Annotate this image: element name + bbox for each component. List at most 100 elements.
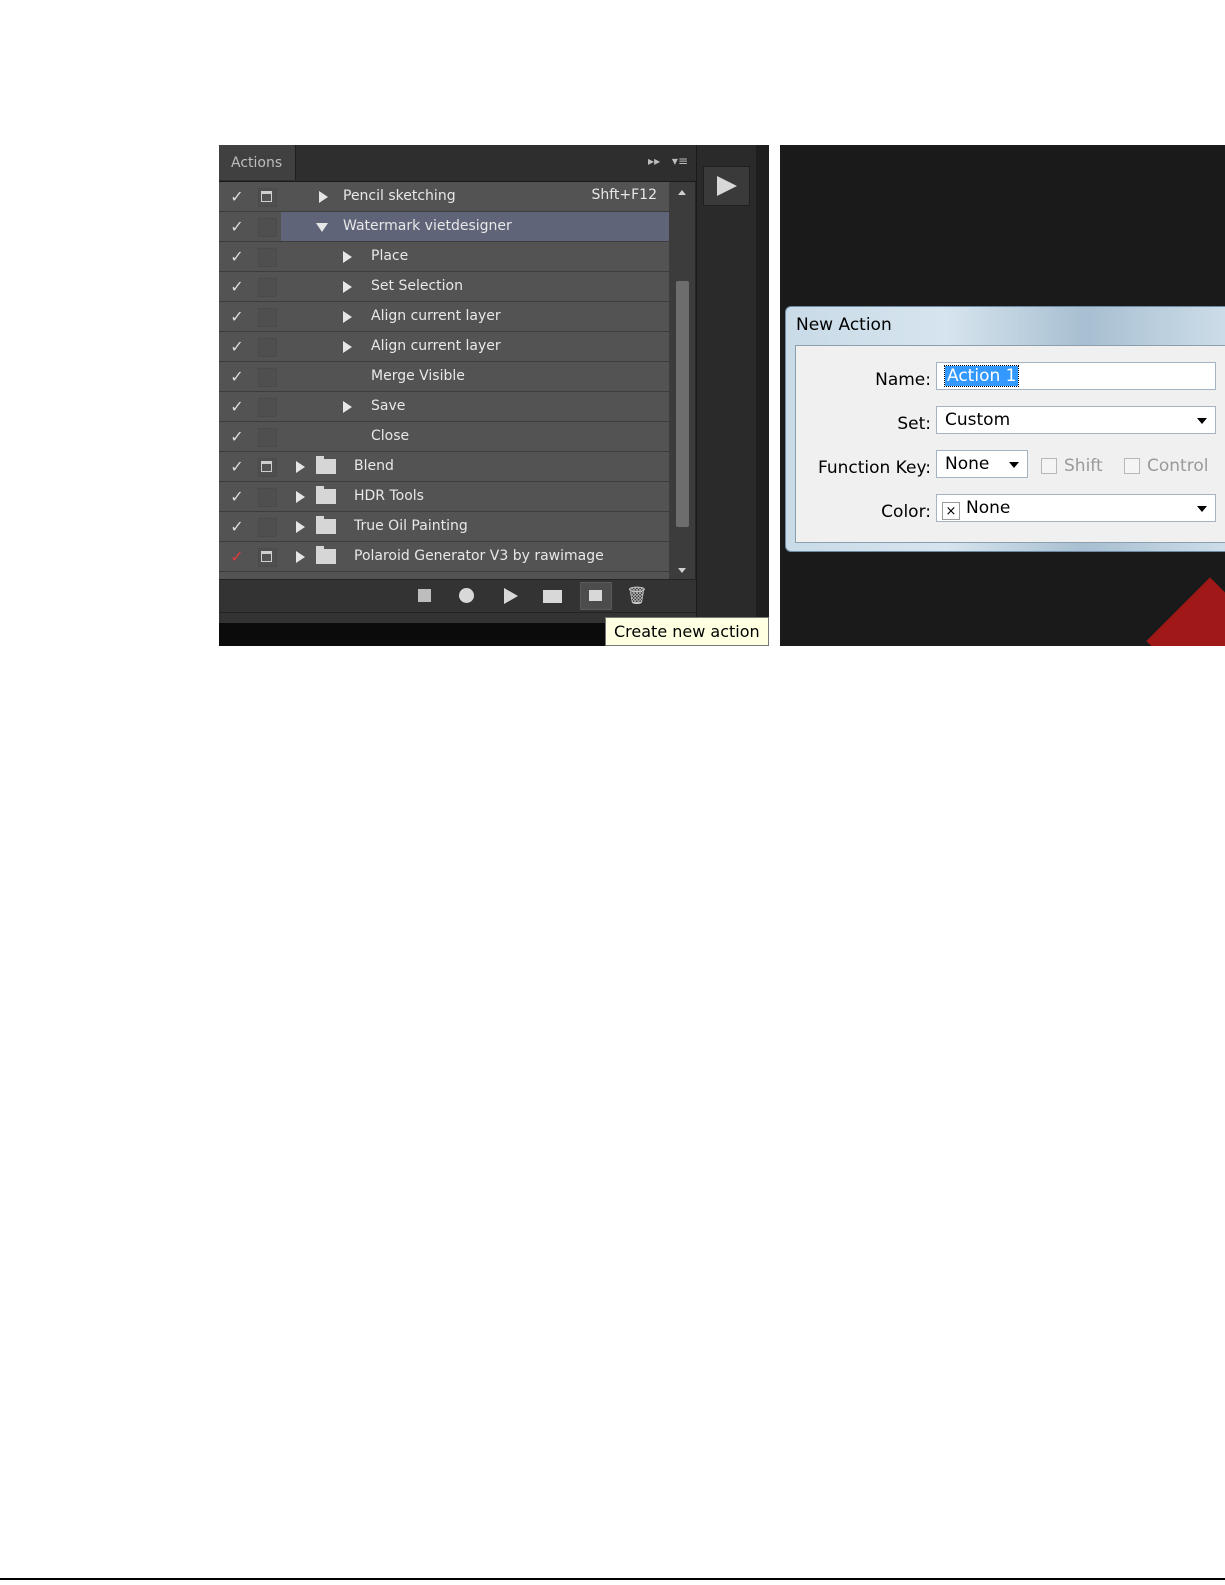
toggle-item-checkmark-icon[interactable]: ✓ bbox=[219, 332, 255, 361]
page-bottom-rule bbox=[0, 1578, 1225, 1580]
record-icon[interactable] bbox=[456, 587, 476, 605]
expand-triangle-right-icon[interactable] bbox=[296, 551, 305, 563]
expand-triangle-right-icon[interactable] bbox=[343, 281, 352, 293]
control-label: Control bbox=[1147, 456, 1209, 476]
toggle-dialog-icon[interactable] bbox=[258, 308, 277, 327]
side-strip bbox=[756, 145, 769, 623]
toggle-item-checkmark-icon[interactable]: ✓ bbox=[219, 242, 255, 271]
set-select[interactable]: Custom bbox=[936, 406, 1216, 434]
toggle-item-checkmark-icon[interactable]: ✓ bbox=[219, 212, 255, 241]
row-label: Align current layer bbox=[371, 338, 501, 354]
dialog-title: New Action bbox=[796, 315, 892, 335]
function-key-select[interactable]: None bbox=[936, 450, 1028, 478]
row-label: True Oil Painting bbox=[354, 518, 468, 534]
command-row[interactable]: ✓ Merge Visible bbox=[219, 362, 669, 392]
toggle-item-checkmark-icon[interactable]: ✓ bbox=[219, 302, 255, 331]
toggle-item-checkmark-icon[interactable]: ✓ bbox=[219, 362, 255, 391]
play-panel-icon[interactable] bbox=[703, 166, 750, 206]
expand-triangle-right-icon[interactable] bbox=[343, 311, 352, 323]
toggle-item-checkmark-icon[interactable]: ✓ bbox=[219, 482, 255, 511]
expand-triangle-right-icon[interactable] bbox=[296, 461, 305, 473]
actions-panel: Actions ▸▸ ▾≡ ✓ Pencil sketching Shft+F12 ✓… bbox=[219, 145, 769, 646]
toggle-dialog-icon[interactable] bbox=[258, 338, 277, 357]
command-row[interactable]: ✓ Close bbox=[219, 422, 669, 452]
row-label: Polaroid Generator V3 by rawimage bbox=[354, 548, 604, 564]
expand-triangle-down-icon[interactable] bbox=[316, 223, 328, 232]
toggle-dialog-icon[interactable] bbox=[258, 488, 277, 507]
chevron-down-icon bbox=[1197, 418, 1207, 424]
row-name-cell[interactable] bbox=[281, 452, 669, 481]
toggle-dialog-icon[interactable] bbox=[258, 218, 277, 237]
panel-menu-icon[interactable]: ▾≡ bbox=[672, 154, 688, 168]
action-row[interactable]: ✓ Pencil sketching Shft+F12 bbox=[219, 182, 669, 212]
scroll-up-icon[interactable] bbox=[678, 190, 686, 195]
color-select-value: None bbox=[966, 498, 1011, 518]
color-select[interactable]: × None bbox=[936, 494, 1216, 522]
command-row[interactable]: ✓ Align current layer bbox=[219, 332, 669, 362]
row-label: Set Selection bbox=[371, 278, 463, 294]
row-name-cell[interactable] bbox=[359, 392, 669, 421]
canvas-background: New Action Name: Action 1 Set: Custom Fu… bbox=[780, 145, 1225, 646]
command-row[interactable]: ✓ Save bbox=[219, 392, 669, 422]
shortcut-label: Shft+F12 bbox=[591, 187, 657, 203]
panel-header: Actions ▸▸ ▾≡ bbox=[219, 145, 696, 182]
toggle-dialog-icon[interactable] bbox=[258, 398, 277, 417]
row-label: Watermark vietdesigner bbox=[343, 218, 512, 234]
tooltip: Create new action bbox=[605, 617, 769, 646]
toggle-dialog-icon[interactable] bbox=[258, 518, 277, 537]
set-label: Set: bbox=[897, 414, 931, 434]
action-set-row[interactable]: ✓ True Oil Painting bbox=[219, 512, 669, 542]
command-row[interactable]: ✓ Set Selection bbox=[219, 272, 669, 302]
shift-label: Shift bbox=[1064, 456, 1103, 476]
expand-triangle-right-icon[interactable] bbox=[296, 491, 305, 503]
row-label: Save bbox=[371, 398, 406, 414]
toggle-item-checkmark-icon[interactable]: ✓ bbox=[219, 392, 255, 421]
toggle-dialog-icon[interactable] bbox=[258, 368, 277, 387]
action-row[interactable]: ✓ Watermark vietdesigner bbox=[219, 212, 669, 242]
create-new-action-button[interactable] bbox=[580, 582, 612, 610]
toggle-dialog-icon[interactable] bbox=[258, 428, 277, 447]
collapse-panel-icon[interactable]: ▸▸ bbox=[648, 154, 660, 168]
toggle-item-checkmark-icon[interactable]: ✓ bbox=[219, 542, 255, 571]
row-label: Pencil sketching bbox=[343, 188, 456, 204]
expand-triangle-right-icon[interactable] bbox=[319, 191, 328, 203]
row-name-cell[interactable] bbox=[281, 512, 669, 541]
scrollbar[interactable] bbox=[669, 182, 695, 579]
trash-icon[interactable]: 🗑 bbox=[626, 587, 648, 605]
expand-triangle-right-icon[interactable] bbox=[343, 341, 352, 353]
command-row[interactable]: ✓ Place bbox=[219, 242, 669, 272]
toggle-dialog-icon[interactable] bbox=[258, 278, 277, 297]
toggle-item-checkmark-icon[interactable]: ✓ bbox=[219, 452, 255, 481]
control-checkbox[interactable] bbox=[1124, 458, 1140, 474]
row-name-cell[interactable] bbox=[281, 482, 669, 511]
stop-icon[interactable] bbox=[415, 587, 435, 605]
folder-icon bbox=[316, 456, 336, 474]
toggle-dialog-icon[interactable] bbox=[258, 248, 277, 267]
actions-tab[interactable]: Actions bbox=[219, 145, 296, 180]
name-input[interactable]: Action 1 bbox=[936, 362, 1216, 390]
row-label: Blend bbox=[354, 458, 394, 474]
toggle-item-checkmark-icon[interactable]: ✓ bbox=[219, 512, 255, 541]
scroll-thumb[interactable] bbox=[676, 281, 689, 527]
expand-triangle-right-icon[interactable] bbox=[343, 401, 352, 413]
toggle-dialog-icon[interactable] bbox=[258, 548, 277, 567]
toggle-dialog-icon[interactable] bbox=[258, 188, 277, 207]
toggle-dialog-icon[interactable] bbox=[258, 458, 277, 477]
shift-checkbox[interactable] bbox=[1041, 458, 1057, 474]
toggle-item-checkmark-icon[interactable]: ✓ bbox=[219, 182, 255, 211]
command-row[interactable]: ✓ Align current layer bbox=[219, 302, 669, 332]
toggle-item-checkmark-icon[interactable]: ✓ bbox=[219, 422, 255, 451]
header-icons: ▸▸ ▾≡ bbox=[640, 154, 688, 168]
chevron-down-icon bbox=[1197, 506, 1207, 512]
dialog-body: Name: Action 1 Set: Custom Function Key:… bbox=[795, 345, 1225, 543]
toggle-item-checkmark-icon[interactable]: ✓ bbox=[219, 272, 255, 301]
play-icon[interactable] bbox=[501, 587, 521, 605]
expand-triangle-right-icon[interactable] bbox=[296, 521, 305, 533]
scroll-down-icon[interactable] bbox=[678, 568, 686, 573]
action-set-row[interactable]: ✓ HDR Tools bbox=[219, 482, 669, 512]
action-set-row[interactable]: ✓ Polaroid Generator V3 by rawimage bbox=[219, 542, 669, 572]
no-color-icon: × bbox=[942, 502, 960, 520]
expand-triangle-right-icon[interactable] bbox=[343, 251, 352, 263]
action-set-row[interactable]: ✓ Blend bbox=[219, 452, 669, 482]
new-set-folder-icon[interactable] bbox=[543, 587, 563, 605]
